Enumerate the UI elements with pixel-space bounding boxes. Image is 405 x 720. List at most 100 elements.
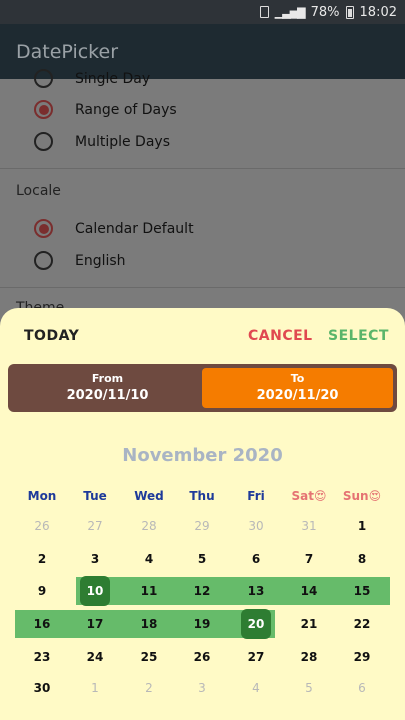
day-number: 28 bbox=[141, 519, 157, 533]
calendar-day[interactable]: 24 bbox=[68, 643, 122, 671]
day-number: 5 bbox=[197, 552, 207, 566]
select-button[interactable]: SELECT bbox=[328, 328, 389, 344]
day-number: 1 bbox=[91, 681, 99, 695]
calendar-day[interactable]: 1 bbox=[68, 674, 122, 702]
calendar-day[interactable]: 25 bbox=[122, 643, 176, 671]
option-label: English bbox=[75, 252, 126, 269]
calendar-day[interactable]: 27 bbox=[68, 512, 122, 540]
option-range-of-days[interactable]: Range of Days bbox=[34, 100, 177, 119]
option-english[interactable]: English bbox=[34, 251, 126, 270]
divider bbox=[0, 287, 405, 288]
date-picker-sheet: TODAY CANCEL SELECT From 2020/11/10 To 2… bbox=[0, 308, 405, 720]
divider bbox=[0, 168, 405, 169]
cancel-button[interactable]: CANCEL bbox=[248, 328, 313, 344]
calendar-day[interactable]: 22 bbox=[335, 610, 389, 638]
day-number: 4 bbox=[144, 552, 154, 566]
calendar-day[interactable]: 17 bbox=[68, 610, 122, 638]
radio-icon bbox=[34, 251, 53, 270]
calendar-day[interactable]: 16 bbox=[15, 610, 69, 638]
radio-selected-icon bbox=[34, 219, 53, 238]
calendar-day[interactable]: 28 bbox=[282, 643, 336, 671]
status-bar: ▁▃▅▇ 78% 18:02 bbox=[0, 0, 405, 24]
day-number: 14 bbox=[300, 584, 318, 598]
calendar-day[interactable]: 8 bbox=[335, 545, 389, 573]
today-button[interactable]: TODAY bbox=[24, 328, 79, 344]
day-number: 31 bbox=[301, 519, 317, 533]
day-number: 3 bbox=[198, 681, 206, 695]
calendar-day[interactable]: 5 bbox=[282, 674, 336, 702]
calendar-day[interactable]: 2 bbox=[122, 674, 176, 702]
calendar-day[interactable]: 15 bbox=[335, 577, 389, 605]
day-number: 7 bbox=[304, 552, 314, 566]
calendar-day[interactable]: 10 bbox=[68, 576, 122, 606]
option-calendar-default[interactable]: Calendar Default bbox=[34, 219, 194, 238]
calendar-day[interactable]: 28 bbox=[122, 512, 176, 540]
day-number: 8 bbox=[357, 552, 367, 566]
day-number: 5 bbox=[305, 681, 313, 695]
day-number: 12 bbox=[193, 584, 211, 598]
day-number: 19 bbox=[193, 617, 211, 631]
calendar-day[interactable]: 11 bbox=[122, 577, 176, 605]
calendar-day[interactable]: 23 bbox=[15, 643, 69, 671]
to-date: 2020/11/20 bbox=[256, 388, 339, 403]
calendar-day[interactable]: 1 bbox=[335, 512, 389, 540]
day-number: 13 bbox=[247, 584, 265, 598]
day-number: 4 bbox=[252, 681, 260, 695]
sim-icon bbox=[259, 6, 269, 18]
to-date-tab[interactable]: To 2020/11/20 bbox=[202, 368, 393, 408]
month-title: November 2020 bbox=[122, 445, 283, 466]
calendar-day[interactable]: 20 bbox=[229, 609, 283, 639]
weekday-header: Sat😍 bbox=[291, 489, 327, 503]
calendar-day[interactable]: 7 bbox=[282, 545, 336, 573]
day-number: 20 bbox=[247, 617, 265, 631]
calendar-day[interactable]: 18 bbox=[122, 610, 176, 638]
from-date: 2020/11/10 bbox=[66, 388, 149, 403]
calendar-day[interactable]: 30 bbox=[229, 512, 283, 540]
day-number: 17 bbox=[86, 617, 104, 631]
battery-percent: 78% bbox=[310, 4, 340, 20]
from-label: From bbox=[91, 372, 124, 385]
day-number: 24 bbox=[86, 650, 104, 664]
calendar-day[interactable]: 26 bbox=[15, 512, 69, 540]
from-date-tab[interactable]: From 2020/11/10 bbox=[12, 368, 203, 408]
signal-icon: ▁▃▅▇ bbox=[274, 5, 306, 19]
calendar-day[interactable]: 13 bbox=[229, 577, 283, 605]
calendar-day[interactable]: 9 bbox=[15, 577, 69, 605]
calendar-day[interactable]: 31 bbox=[282, 512, 336, 540]
calendar-day[interactable]: 3 bbox=[175, 674, 229, 702]
calendar-day[interactable]: 21 bbox=[282, 610, 336, 638]
calendar-day[interactable]: 2 bbox=[15, 545, 69, 573]
option-single-day[interactable]: Single Day bbox=[34, 69, 150, 88]
calendar-day[interactable]: 3 bbox=[68, 545, 122, 573]
calendar-day[interactable]: 4 bbox=[229, 674, 283, 702]
option-multiple-days[interactable]: Multiple Days bbox=[34, 132, 170, 151]
calendar-day[interactable]: 12 bbox=[175, 577, 229, 605]
calendar-day[interactable]: 4 bbox=[122, 545, 176, 573]
calendar-day[interactable]: 6 bbox=[335, 674, 389, 702]
radio-selected-icon bbox=[34, 100, 53, 119]
option-label: Single Day bbox=[75, 70, 151, 87]
battery-icon bbox=[345, 5, 354, 19]
day-number: 30 bbox=[248, 519, 264, 533]
day-number: 9 bbox=[37, 584, 47, 598]
option-label: Multiple Days bbox=[75, 133, 170, 150]
calendar-day[interactable]: 6 bbox=[229, 545, 283, 573]
day-number: 2 bbox=[37, 552, 47, 566]
day-number: 29 bbox=[353, 650, 371, 664]
calendar-day[interactable]: 19 bbox=[175, 610, 229, 638]
weekday-header: Tue bbox=[83, 489, 107, 503]
calendar-day[interactable]: 5 bbox=[175, 545, 229, 573]
locale-section-label: Locale bbox=[16, 183, 61, 199]
calendar-day[interactable]: 14 bbox=[282, 577, 336, 605]
calendar-day[interactable]: 29 bbox=[175, 512, 229, 540]
day-number: 1 bbox=[357, 519, 367, 533]
day-number: 29 bbox=[194, 519, 210, 533]
clock: 18:02 bbox=[359, 4, 397, 20]
day-number: 28 bbox=[300, 650, 318, 664]
calendar-day[interactable]: 30 bbox=[15, 674, 69, 702]
date-range-header: From 2020/11/10 To 2020/11/20 bbox=[8, 364, 397, 412]
day-number: 15 bbox=[353, 584, 371, 598]
calendar-day[interactable]: 29 bbox=[335, 643, 389, 671]
calendar-day[interactable]: 26 bbox=[175, 643, 229, 671]
calendar-day[interactable]: 27 bbox=[229, 643, 283, 671]
